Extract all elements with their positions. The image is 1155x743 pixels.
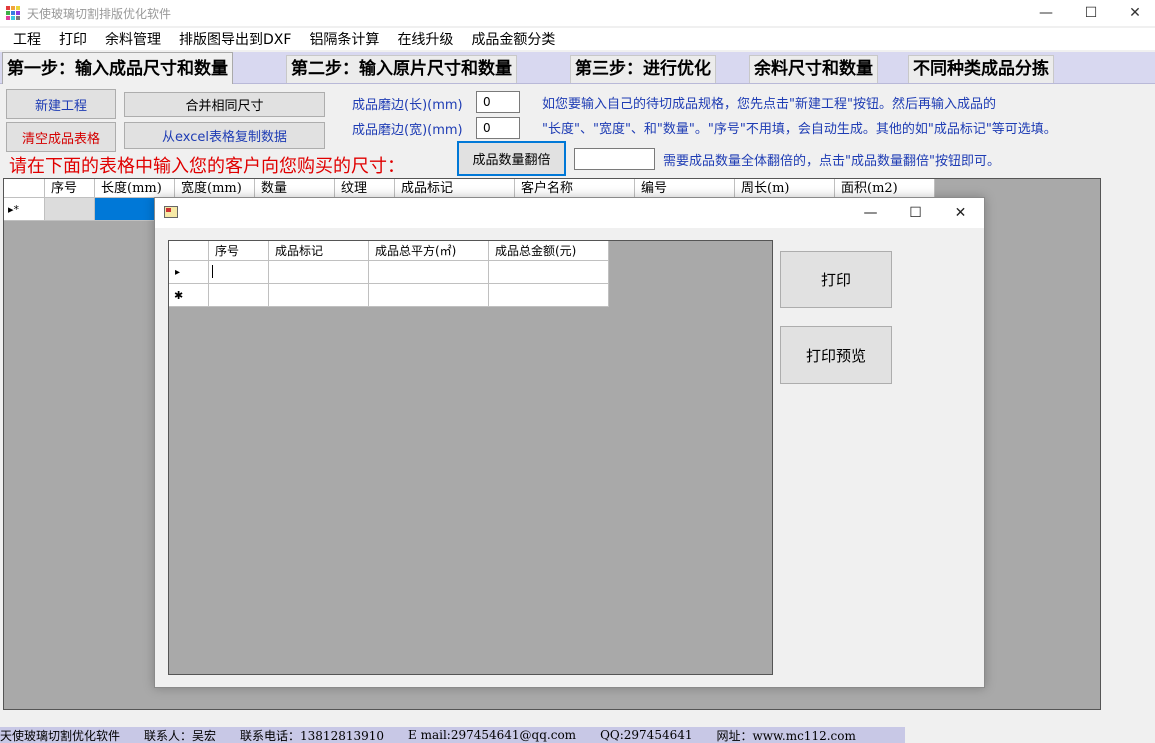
grid-header-perimeter[interactable]: 周长(m) <box>735 179 835 198</box>
status-app-name: 天使玻璃切割优化软件 <box>0 728 121 743</box>
dialog-new-cell-total-area[interactable] <box>369 284 489 307</box>
status-qq: QQ:297454641 <box>600 728 693 742</box>
edge-length-label: 成品磨边(长)(mm) <box>352 98 463 113</box>
grid-header-product-mark[interactable]: 成品标记 <box>395 179 515 198</box>
tab-strip: 第一步：输入成品尺寸和数量 第二步：输入原片尺寸和数量 第三步：进行优化 余料尺… <box>0 52 1155 84</box>
grid-header-length[interactable]: 长度(mm) <box>95 179 175 198</box>
dialog-cell-product-mark[interactable] <box>269 261 369 284</box>
grid-header-index[interactable]: 序号 <box>45 179 95 198</box>
dialog-header-total-area[interactable]: 成品总平方(㎡) <box>369 241 489 261</box>
edge-width-input[interactable]: 0 <box>476 117 520 139</box>
grid-cell-length-selected[interactable] <box>95 198 159 221</box>
dialog-header-total-amount[interactable]: 成品总金额(元) <box>489 241 609 261</box>
menu-remnant-management[interactable]: 余料管理 <box>96 29 170 49</box>
window-title: 天使玻璃切割排版优化软件 <box>27 7 172 21</box>
grid-header-code[interactable]: 编号 <box>635 179 735 198</box>
edge-length-input[interactable]: 0 <box>476 91 520 113</box>
grid-cell-index[interactable] <box>45 198 95 221</box>
double-quantity-button[interactable]: 成品数量翻倍 <box>457 141 566 176</box>
dialog-new-cell-product-mark[interactable] <box>269 284 369 307</box>
app-logo-icon <box>6 6 20 20</box>
help-text-line2: "长度"、"宽度"、和"数量"。"序号"不用填，会自动生成。其他的如"成品标记"… <box>542 122 1057 137</box>
copy-from-excel-button[interactable]: 从excel表格复制数据 <box>124 122 325 149</box>
amount-classification-dialog: — ☐ ✕ 序号 成品标记 成品总平方(㎡) 成品总金额(元) ▸ ✱ 打印 打… <box>154 197 985 688</box>
menu-online-upgrade[interactable]: 在线升级 <box>388 29 462 49</box>
dialog-header-index[interactable]: 序号 <box>209 241 269 261</box>
dialog-cell-total-amount[interactable] <box>489 261 609 284</box>
double-quantity-hint: 需要成品数量全体翻倍的，点击"成品数量翻倍"按钮即可。 <box>663 154 1000 169</box>
grid-new-row-marker: ▸* <box>4 198 45 221</box>
menu-amount-classification[interactable]: 成品金额分类 <box>462 29 564 49</box>
dialog-header-product-mark[interactable]: 成品标记 <box>269 241 369 261</box>
status-strip: 天使玻璃切割优化软件 联系人：吴宏 联系电话：13812813910 E mai… <box>0 727 905 743</box>
menu-export-dxf[interactable]: 排版图导出到DXF <box>170 29 300 49</box>
tab-product-sorting[interactable]: 不同种类成品分拣 <box>908 55 1054 83</box>
minimize-button[interactable]: — <box>1023 0 1069 26</box>
grid-header-area[interactable]: 面积(m2) <box>835 179 935 198</box>
status-phone: 联系电话：13812813910 <box>240 728 385 743</box>
tab-remnants[interactable]: 余料尺寸和数量 <box>749 55 878 83</box>
menu-aluminum-spacer[interactable]: 铝隔条计算 <box>300 29 388 49</box>
dialog-minimize-button[interactable]: — <box>848 198 893 228</box>
status-website: 网址：www.mc112.com <box>716 728 856 743</box>
title-bar: 天使玻璃切割排版优化软件 — ☐ ✕ <box>0 0 1155 26</box>
dialog-cell-total-area[interactable] <box>369 261 489 284</box>
edge-width-label: 成品磨边(宽)(mm) <box>352 123 463 138</box>
dialog-new-row-marker: ✱ <box>169 284 209 307</box>
help-text-line1: 如您要输入自己的待切成品规格，您先点击"新建工程"按钮。然后再输入成品的 <box>542 97 996 112</box>
menu-print[interactable]: 打印 <box>50 29 96 49</box>
status-contact: 联系人：吴宏 <box>144 728 217 743</box>
dialog-title-bar: — ☐ ✕ <box>155 198 984 228</box>
grid-header-quantity[interactable]: 数量 <box>255 179 335 198</box>
dialog-print-preview-button[interactable]: 打印预览 <box>780 326 892 384</box>
grid-header-texture[interactable]: 纹理 <box>335 179 395 198</box>
text-caret <box>212 265 213 278</box>
menu-project[interactable]: 工程 <box>4 29 50 49</box>
close-button[interactable]: ✕ <box>1112 0 1155 26</box>
dialog-print-button[interactable]: 打印 <box>780 251 892 308</box>
menu-bar: 工程 打印 余料管理 排版图导出到DXF 铝隔条计算 在线升级 成品金额分类 <box>0 28 1155 50</box>
input-instruction: 请在下面的表格中输入您的客户向您购买的尺寸： <box>9 156 405 177</box>
dialog-close-button[interactable]: ✕ <box>938 198 983 228</box>
dialog-grid-corner <box>169 241 209 261</box>
double-quantity-input[interactable] <box>574 148 655 170</box>
grid-header-customer-name[interactable]: 客户名称 <box>515 179 635 198</box>
grid-header-width[interactable]: 宽度(mm) <box>175 179 255 198</box>
status-bar: 天使玻璃切割优化软件 联系人：吴宏 联系电话：13812813910 E mai… <box>0 727 1155 743</box>
new-project-button[interactable]: 新建工程 <box>6 89 116 119</box>
grid-row-header-corner <box>4 179 45 198</box>
dialog-new-cell-total-amount[interactable] <box>489 284 609 307</box>
tab-step2-input-sheets[interactable]: 第二步：输入原片尺寸和数量 <box>286 55 517 83</box>
tab-step1-input-products[interactable]: 第一步：输入成品尺寸和数量 <box>2 52 233 84</box>
tab-step3-optimize[interactable]: 第三步：进行优化 <box>570 55 716 83</box>
clear-table-button[interactable]: 清空成品表格 <box>6 122 116 152</box>
maximize-button[interactable]: ☐ <box>1068 0 1114 26</box>
status-email: E mail:297454641@qq.com <box>408 728 577 742</box>
merge-sizes-button[interactable]: 合并相同尺寸 <box>124 92 325 117</box>
dialog-new-cell-index[interactable] <box>209 284 269 307</box>
dialog-grid[interactable]: 序号 成品标记 成品总平方(㎡) 成品总金额(元) ▸ ✱ <box>168 240 773 675</box>
dialog-maximize-button[interactable]: ☐ <box>893 198 938 228</box>
dialog-current-row-marker: ▸ <box>169 261 209 284</box>
dialog-cell-index-editing[interactable] <box>209 261 269 284</box>
dialog-form-icon <box>164 206 178 218</box>
